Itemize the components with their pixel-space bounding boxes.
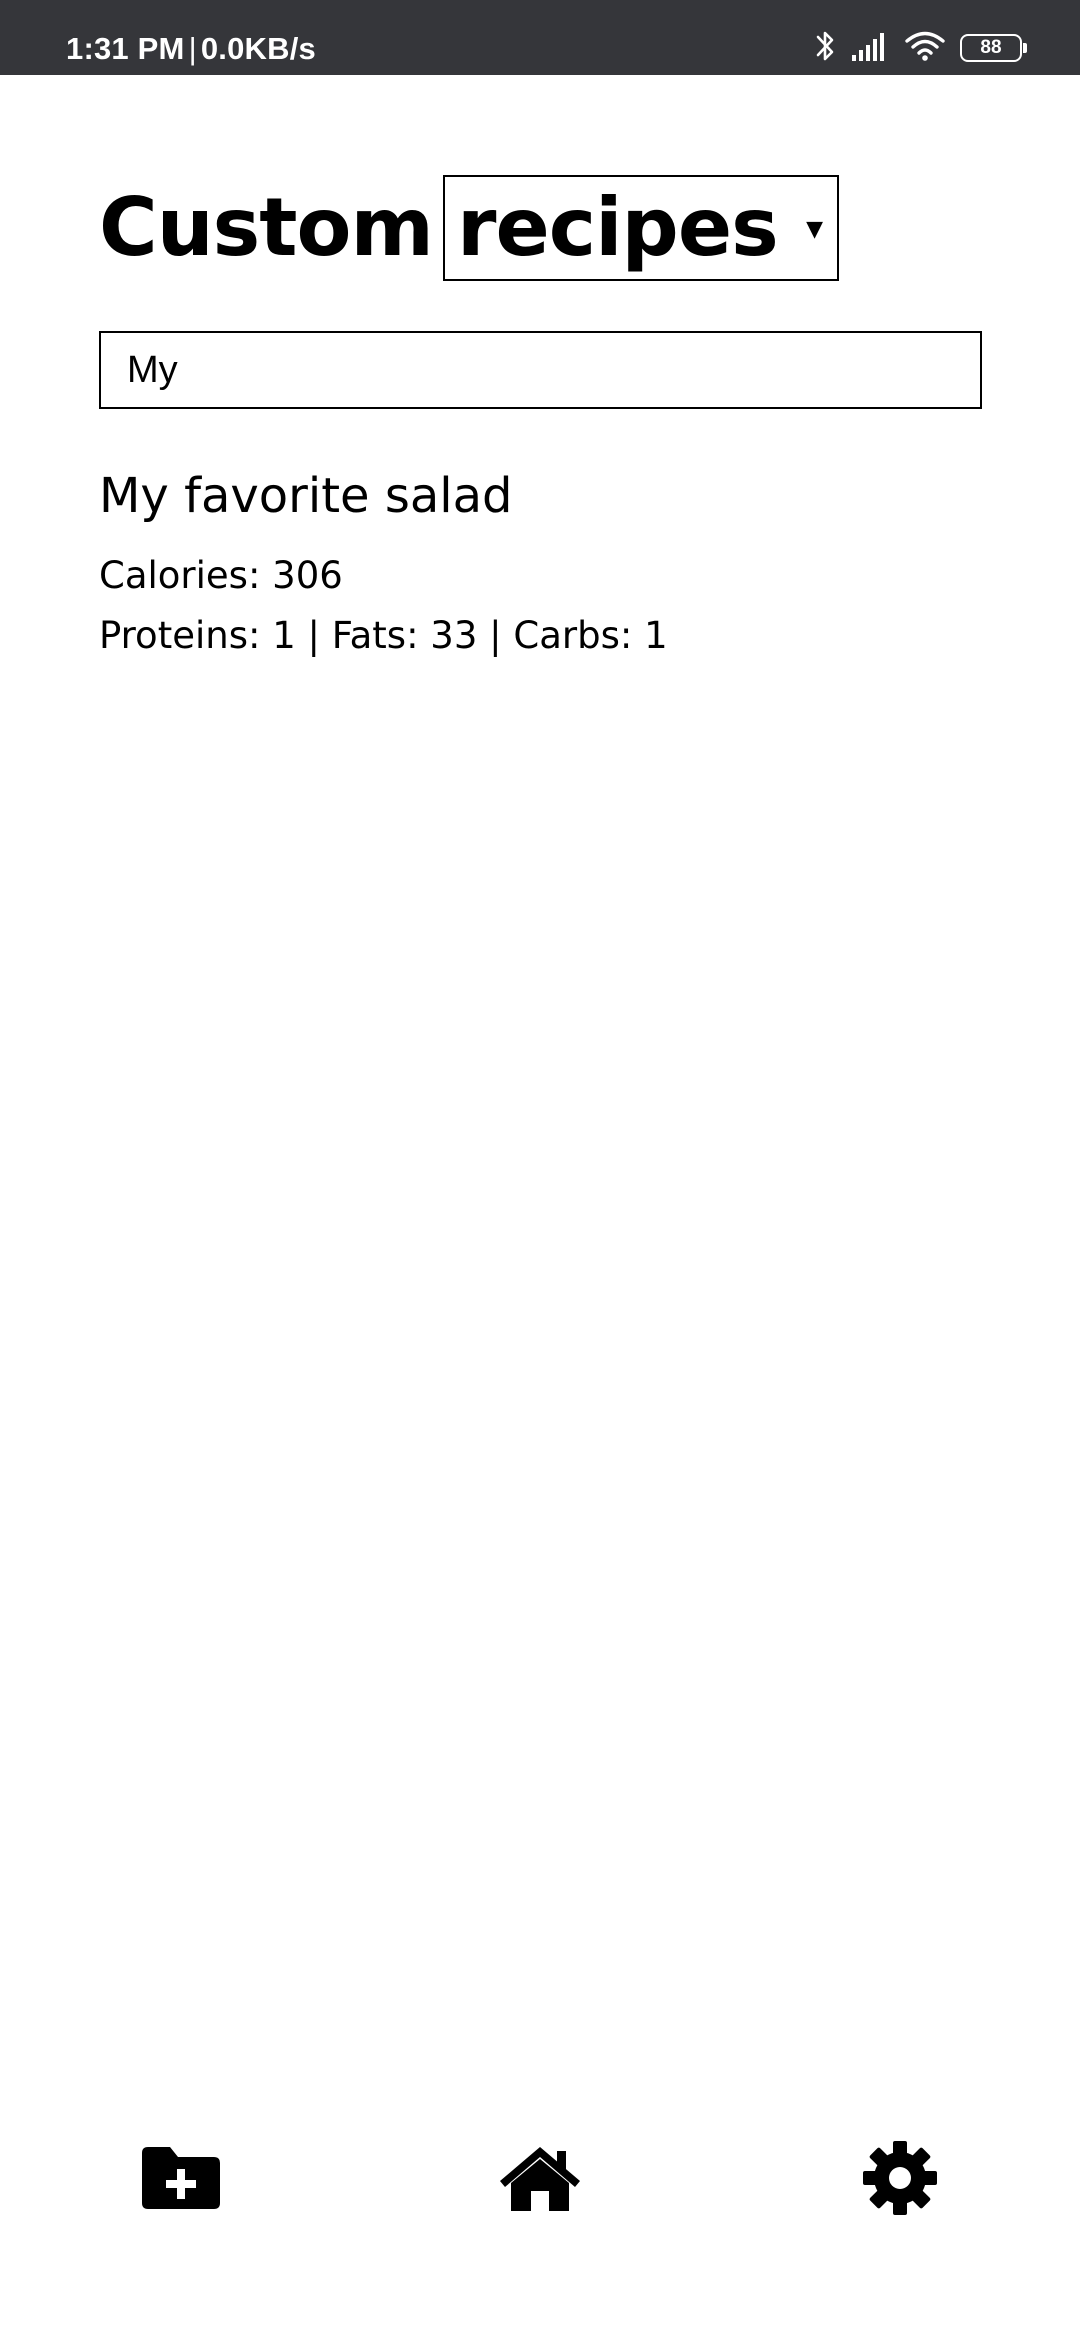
battery-level: 88 <box>980 37 1002 58</box>
home-button[interactable] <box>490 2140 590 2220</box>
search-input[interactable] <box>99 331 982 409</box>
folder-add-icon <box>138 2145 222 2215</box>
header: Custom <box>99 175 434 281</box>
status-time: 1:31 PM <box>66 31 185 66</box>
home-icon <box>497 2143 583 2217</box>
status-bar: 1:31 PM | 0.0KB/s 88 <box>0 0 1080 75</box>
bottom-navigation <box>0 2120 1080 2230</box>
settings-gear-icon <box>861 2139 939 2221</box>
wifi-icon <box>904 30 946 66</box>
page-title: Custom <box>99 181 434 274</box>
status-icons: 88 <box>814 28 1027 68</box>
signal-icon <box>850 31 890 65</box>
bluetooth-icon <box>814 28 836 68</box>
recipe-name: My favorite salad <box>99 468 513 524</box>
chevron-down-icon: ▼ <box>806 217 823 242</box>
status-separator: | <box>188 31 197 66</box>
battery-icon: 88 <box>960 34 1027 62</box>
category-select-value: recipes <box>457 181 779 274</box>
recipe-macros: Proteins: 1 | Fats: 33 | Carbs: 1 <box>99 614 668 657</box>
settings-button[interactable] <box>850 2140 950 2220</box>
recipe-list-item[interactable]: My favorite salad Calories: 306 Proteins… <box>99 460 982 666</box>
category-select[interactable]: recipes ▼ <box>443 175 839 281</box>
recipe-calories: Calories: 306 <box>99 554 343 597</box>
add-folder-button[interactable] <box>130 2140 230 2220</box>
status-left: 1:31 PM | 0.0KB/s <box>66 0 316 75</box>
network-speed: 0.0KB/s <box>200 31 316 66</box>
